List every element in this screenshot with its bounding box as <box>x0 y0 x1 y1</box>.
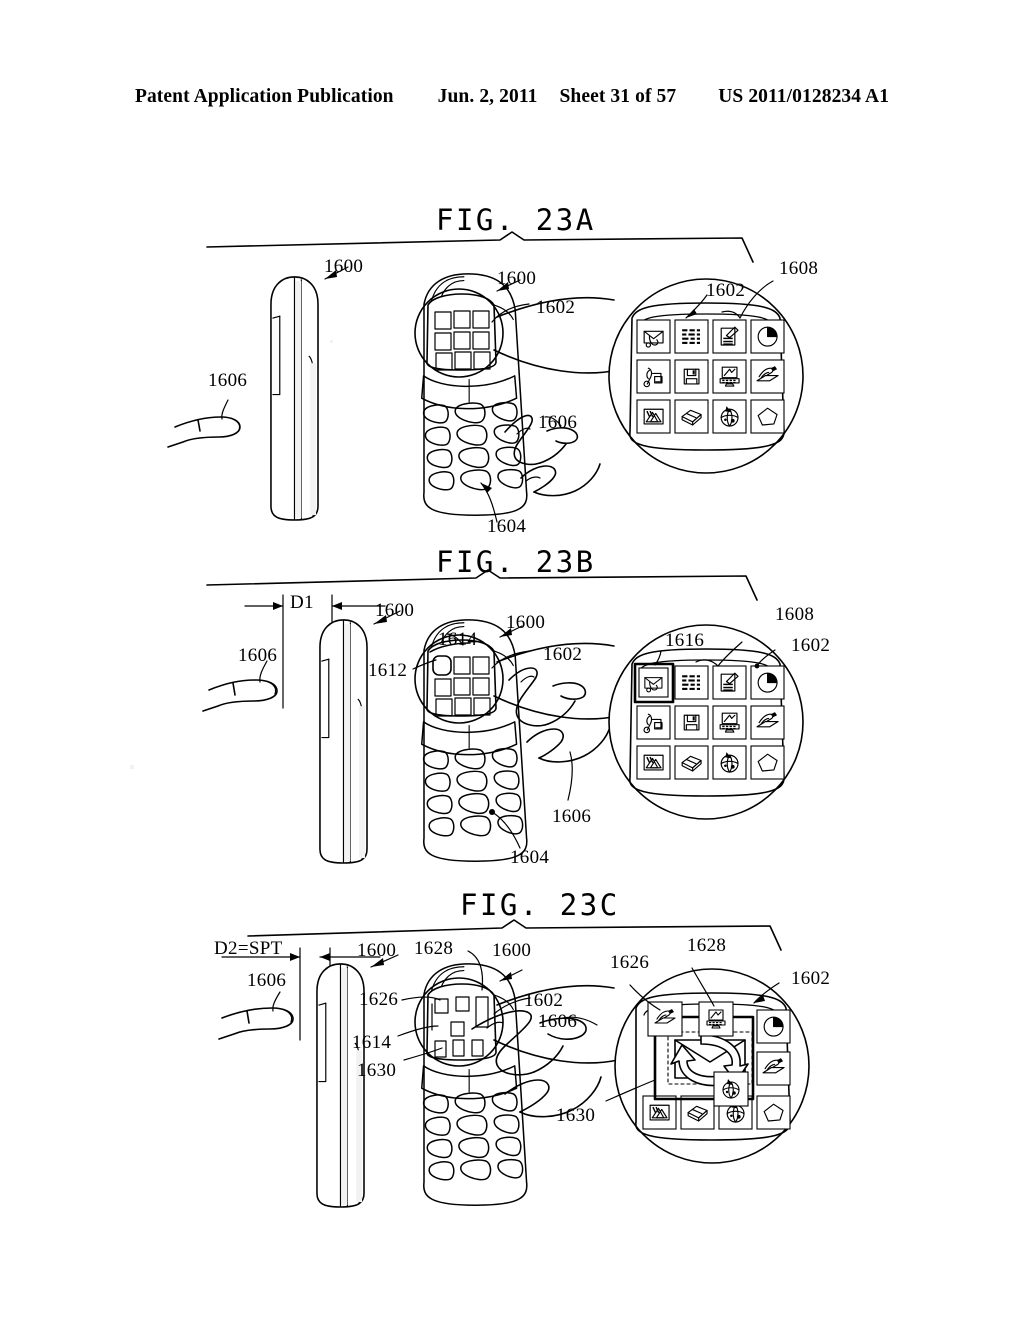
pointing-finger-left-23b <box>202 679 278 712</box>
ref-1606-right-23c: 1606 <box>538 1011 578 1032</box>
ref-1600-front-23c: 1600 <box>492 940 532 961</box>
phone-screen-23a <box>426 293 497 371</box>
ref-d2-23c: D2=SPT <box>214 938 283 959</box>
pointing-finger-left-23c <box>218 1007 294 1040</box>
ref-1612-23b: 1612 <box>368 660 408 681</box>
ref-1606-left-23b: 1606 <box>238 645 278 666</box>
ref-1628-23c: 1628 <box>414 938 454 959</box>
ref-1600-front-23a: 1600 <box>497 268 537 289</box>
ref-1602-23a: 1602 <box>536 297 576 318</box>
ref-1602-23c: 1602 <box>524 990 564 1011</box>
ref-1604-23a: 1604 <box>487 516 527 537</box>
ref-1606-left-23a: 1606 <box>208 370 248 391</box>
pointing-hand-right-23b <box>508 667 611 763</box>
ref-1626-detail-23c: 1626 <box>610 952 650 973</box>
ref-1606-left-23c: 1606 <box>247 970 287 991</box>
ref-1628-detail-23c: 1628 <box>687 935 727 956</box>
ref-1600-front-23b: 1600 <box>506 612 546 633</box>
ref-1604-23b: 1604 <box>510 847 550 868</box>
ref-1626-23c: 1626 <box>359 989 399 1010</box>
ref-1608-23a: 1608 <box>779 258 819 279</box>
ref-d1-23b: D1 <box>290 592 314 613</box>
pointing-finger-left-23a <box>167 416 241 448</box>
ref-1602-detail-23a: 1602 <box>706 280 746 301</box>
ref-1630-right-23c: 1630 <box>556 1105 596 1126</box>
ref-1614-23b: 1614 <box>438 629 478 650</box>
ref-1616-23b: 1616 <box>665 630 705 651</box>
fig-23c-group <box>218 919 810 1208</box>
ref-1614-23c: 1614 <box>352 1032 392 1053</box>
ref-1600-side-23c: 1600 <box>357 940 397 961</box>
ref-1630-23c: 1630 <box>357 1060 397 1081</box>
ref-1606-right-23a: 1606 <box>538 412 578 433</box>
ref-1608-23b: 1608 <box>775 604 815 625</box>
ref-1602-23b: 1602 <box>543 644 583 665</box>
ref-1606-right-23b: 1606 <box>552 806 592 827</box>
patent-drawing-sheet: Patent Application Publication Jun. 2, 2… <box>0 0 1024 1320</box>
fig-23a-group <box>167 231 804 523</box>
ref-1600-side-23b: 1600 <box>375 600 415 621</box>
ref-1602-detail-23b: 1602 <box>791 635 831 656</box>
ref-1602-detail-23c: 1602 <box>791 968 831 989</box>
phone-screen-23b <box>426 639 497 717</box>
ref-1600-side-23a: 1600 <box>324 256 364 277</box>
figure-linework <box>130 231 810 1208</box>
